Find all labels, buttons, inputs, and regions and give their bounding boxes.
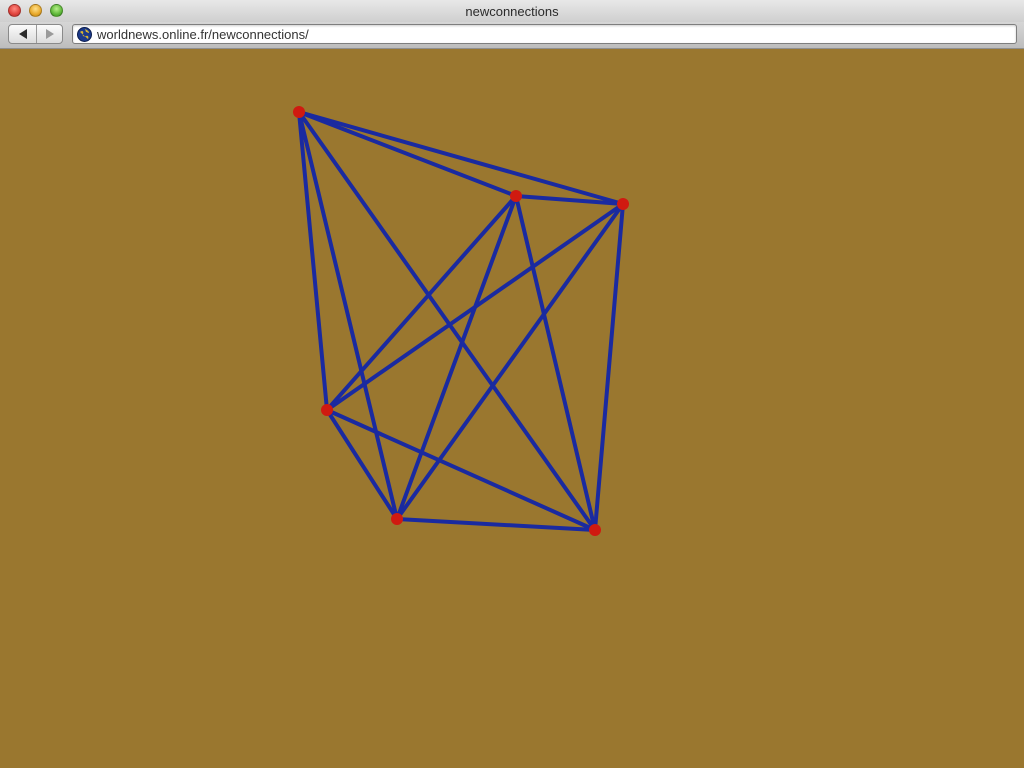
browser-toolbar: worldnews.online.fr/newconnections/ — [0, 22, 1024, 49]
graph-node[interactable] — [293, 106, 305, 118]
window-title: newconnections — [465, 4, 559, 19]
graph-node[interactable] — [391, 513, 403, 525]
graph-edge — [395, 202, 625, 521]
graph-edge — [297, 110, 399, 521]
graph-edge — [297, 110, 597, 532]
back-button[interactable] — [9, 25, 37, 43]
graph-edge — [297, 110, 518, 198]
graph-edge — [297, 110, 625, 206]
graph-edge — [325, 202, 625, 412]
forward-arrow-icon — [45, 29, 54, 39]
graph-node[interactable] — [589, 524, 601, 536]
back-arrow-icon — [18, 29, 27, 39]
graph-edge — [514, 194, 597, 532]
graph-node[interactable] — [510, 190, 522, 202]
globe-icon — [77, 27, 92, 42]
graph-edge — [395, 194, 518, 521]
title-bar: newconnections — [0, 0, 1024, 23]
graph-node[interactable] — [617, 198, 629, 210]
page-content — [0, 49, 1024, 768]
graph-edge — [593, 202, 625, 532]
browser-window: newconnections worldnews.online.fr/newco… — [0, 0, 1024, 768]
navigation-buttons — [8, 24, 63, 44]
forward-button[interactable] — [36, 25, 62, 43]
address-bar[interactable]: worldnews.online.fr/newconnections/ — [72, 24, 1017, 44]
graph-edge — [395, 517, 597, 532]
graph-node[interactable] — [321, 404, 333, 416]
graph-edge — [297, 110, 329, 412]
url-text: worldnews.online.fr/newconnections/ — [97, 27, 309, 42]
graph-edges — [297, 110, 625, 532]
connection-graph — [293, 106, 629, 536]
